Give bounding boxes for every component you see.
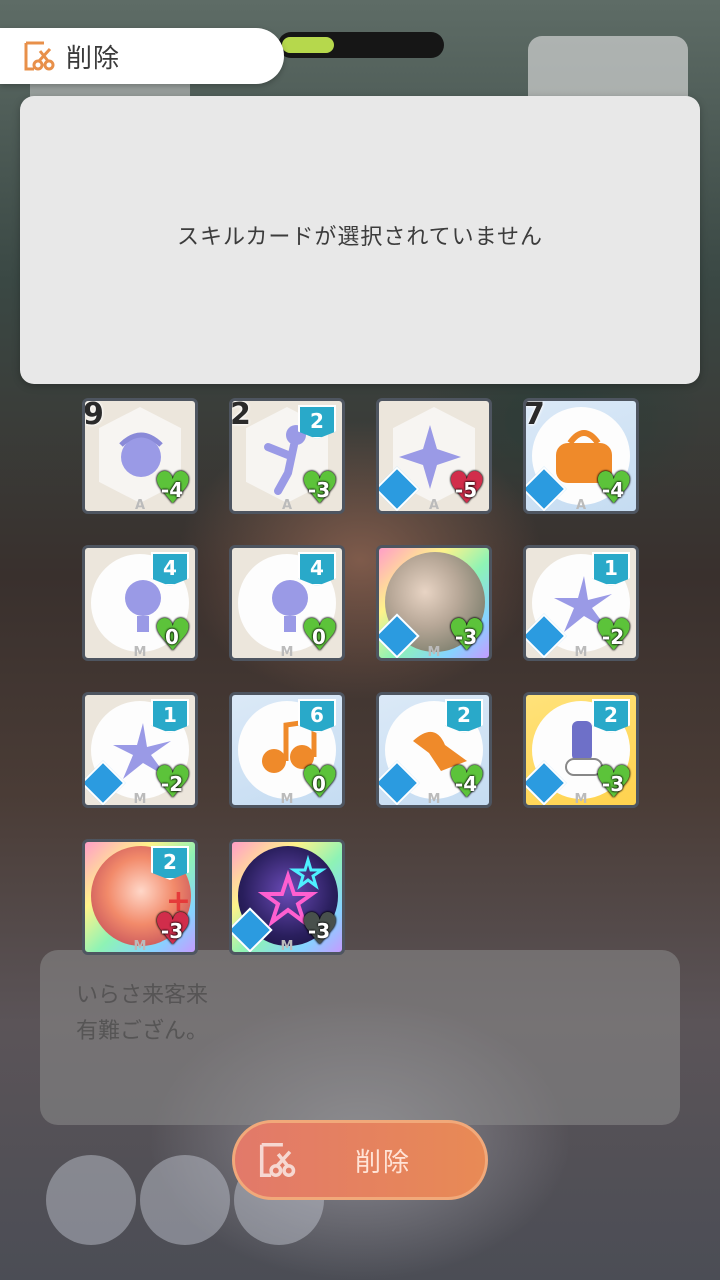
card-heart-value: 0	[312, 772, 326, 796]
heart-cost-icon: -2	[153, 759, 191, 805]
skill-card[interactable]: M2-3	[523, 692, 639, 808]
card-rank-letter: A	[575, 498, 587, 513]
skill-card[interactable]: M40	[229, 545, 345, 661]
card-rank-letter: M	[280, 939, 294, 954]
skill-card[interactable]: M1-2	[82, 692, 198, 808]
card-heart-value: -3	[307, 919, 331, 943]
page-title: 削除	[66, 43, 121, 74]
header-title-bar: 削除	[0, 28, 284, 84]
background-avatar	[46, 1155, 136, 1245]
card-heart-value: -3	[160, 919, 184, 943]
skill-card[interactable]: M1-2	[523, 545, 639, 661]
card-rank-letter: M	[574, 792, 588, 807]
card-heart-value: -4	[601, 478, 625, 502]
card-heart-value: 0	[165, 625, 179, 649]
skill-card[interactable]: M2+-3	[82, 839, 198, 955]
scissors-icon	[257, 1140, 297, 1180]
card-rank-letter: M	[427, 645, 441, 660]
delete-button-label: 削除	[355, 1147, 412, 1178]
card-heart-value: -5	[454, 478, 478, 502]
skill-card[interactable]: M -3	[376, 545, 492, 661]
selected-card-panel: スキルカードが選択されていません	[20, 96, 700, 384]
card-rank-letter: M	[280, 792, 294, 807]
card-heart-value: -4	[454, 772, 478, 796]
background-dialog: いらさ来客来 有難ござん。	[40, 950, 680, 1125]
card-rank-letter: M	[133, 939, 147, 954]
heart-cost-icon: -3	[594, 759, 632, 805]
skill-card[interactable]: M2-4	[376, 692, 492, 808]
skill-card[interactable]: A 7 -4	[523, 398, 639, 514]
card-heart-value: -3	[307, 478, 331, 502]
card-stack-count: 7	[524, 398, 545, 432]
empty-selection-message: スキルカードが選択されていません	[176, 225, 544, 250]
bg-dialog-line1: いらさ来客来	[76, 983, 209, 1008]
background-avatar	[140, 1155, 230, 1245]
card-stack-count: 2	[230, 398, 251, 432]
skill-card[interactable]: A22-3	[229, 398, 345, 514]
heart-cost-icon: -3	[153, 906, 191, 952]
skill-card[interactable]: M40	[82, 545, 198, 661]
card-rank-letter: M	[133, 645, 147, 660]
card-heart-value: -4	[160, 478, 184, 502]
card-heart-value: -3	[601, 772, 625, 796]
card-heart-value: -2	[160, 772, 184, 796]
card-rank-letter: M	[280, 645, 294, 660]
card-rank-letter: A	[428, 498, 440, 513]
heart-cost-icon: 0	[153, 612, 191, 658]
delete-button[interactable]: 削除	[232, 1120, 488, 1200]
heart-cost-icon: -4	[447, 759, 485, 805]
card-heart-value: -2	[601, 625, 625, 649]
card-rank-letter: A	[281, 498, 293, 513]
background-hp-bar	[278, 32, 444, 58]
card-rank-letter: A	[134, 498, 146, 513]
bg-dialog-line2: 有難ござん。	[76, 1019, 209, 1044]
scissors-icon	[22, 39, 56, 73]
heart-cost-icon: 0	[300, 759, 338, 805]
card-heart-value: -3	[454, 625, 478, 649]
heart-cost-icon: -3	[300, 465, 338, 511]
heart-cost-icon: -4	[594, 465, 632, 511]
heart-cost-icon: -3	[300, 906, 338, 952]
heart-cost-icon: -5	[447, 465, 485, 511]
heart-cost-icon: -2	[594, 612, 632, 658]
skill-card[interactable]: M60	[229, 692, 345, 808]
heart-cost-icon: -3	[447, 612, 485, 658]
card-stack-count: 9	[83, 398, 104, 432]
card-rank-letter: M	[427, 792, 441, 807]
skill-card[interactable]: M -3	[229, 839, 345, 955]
card-rank-letter: M	[133, 792, 147, 807]
skill-card[interactable]: A -5	[376, 398, 492, 514]
card-rank-letter: M	[574, 645, 588, 660]
skill-card[interactable]: A 9 -4	[82, 398, 198, 514]
heart-cost-icon: 0	[300, 612, 338, 658]
heart-cost-icon: -4	[153, 465, 191, 511]
card-heart-value: 0	[312, 625, 326, 649]
